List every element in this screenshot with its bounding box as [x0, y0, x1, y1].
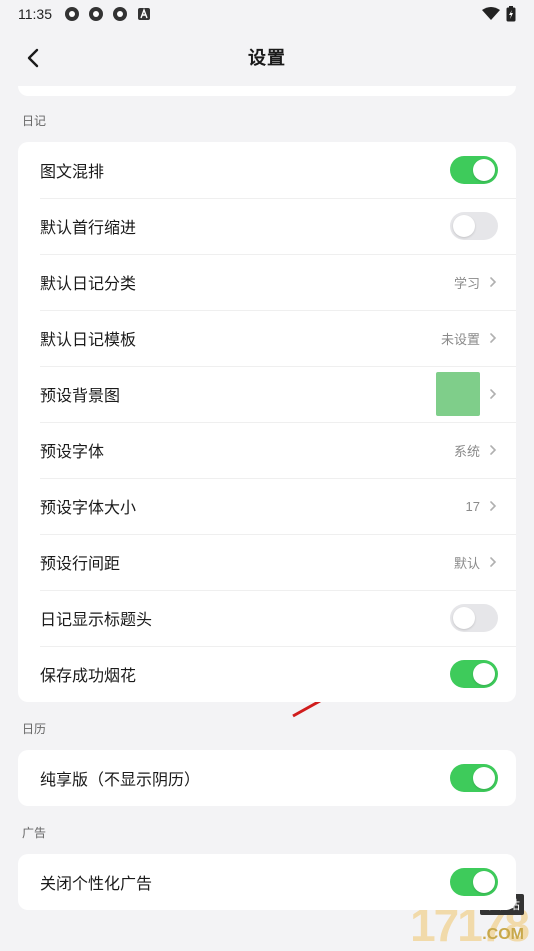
settings-row[interactable]: 关闭个性化广告 — [18, 854, 516, 910]
section-label: 日历 — [22, 722, 47, 736]
toggle-switch[interactable] — [450, 660, 498, 688]
settings-row[interactable]: 预设字体大小 17 — [18, 478, 516, 534]
settings-row-label: 默认日记模板 — [40, 332, 137, 349]
chevron-right-icon — [490, 445, 497, 455]
chevron-right-icon — [490, 389, 497, 399]
settings-row[interactable]: 预设行间距 默认 — [18, 534, 516, 590]
wifi-icon — [482, 7, 500, 20]
status-time: 11:35 — [18, 6, 52, 22]
settings-row-label: 预设背景图 — [40, 388, 121, 405]
page-title: 设置 — [248, 48, 286, 68]
notification-app-icon — [89, 7, 103, 21]
toggle-knob — [473, 159, 495, 181]
chevron-right-icon — [490, 557, 497, 567]
toggle-knob — [473, 663, 495, 685]
settings-row-control — [450, 660, 498, 688]
settings-row[interactable]: 默认日记分类 学习 — [18, 254, 516, 310]
chevron-right-icon — [490, 333, 497, 343]
previous-section-card — [18, 86, 516, 96]
app-header: 设置 — [0, 28, 534, 86]
settings-row-control — [450, 604, 498, 632]
settings-row[interactable]: 纯享版（不显示阴历） — [18, 750, 516, 806]
toggle-switch[interactable] — [450, 604, 498, 632]
toggle-switch[interactable] — [450, 156, 498, 184]
notification-app-icon — [65, 7, 79, 21]
settings-card: 纯享版（不显示阴历） — [18, 750, 516, 806]
toggle-knob — [473, 767, 495, 789]
settings-row[interactable]: 图文混排 — [18, 142, 516, 198]
settings-row-value: 17 — [465, 498, 480, 514]
settings-row-label: 默认首行缩进 — [40, 220, 137, 237]
settings-row-label: 预设字体 — [40, 444, 105, 461]
settings-row-control — [450, 212, 498, 240]
toggle-switch[interactable] — [450, 868, 498, 896]
settings-row[interactable]: 默认日记模板 未设置 — [18, 310, 516, 366]
settings-row-value: 学习 — [453, 275, 480, 291]
background-image-thumbnail[interactable] — [436, 372, 480, 416]
status-bar: 11:35 — [0, 0, 534, 28]
settings-row-control: 默认 — [454, 553, 498, 572]
watermark-suffix: .COM — [482, 926, 524, 943]
settings-row-value: 默认 — [453, 555, 480, 571]
toggle-knob — [473, 871, 495, 893]
settings-row-control — [450, 764, 498, 792]
settings-row-control: 系统 — [454, 441, 498, 460]
settings-row-control — [436, 372, 498, 416]
settings-row[interactable]: 预设字体 系统 — [18, 422, 516, 478]
notification-app-icon — [113, 7, 127, 21]
settings-row-label: 保存成功烟花 — [40, 668, 137, 685]
settings-row-label: 纯享版（不显示阴历） — [40, 772, 201, 789]
chevron-right-icon — [490, 501, 497, 511]
battery-icon — [506, 6, 516, 22]
settings-row[interactable]: 默认首行缩进 — [18, 198, 516, 254]
settings-row-label: 图文混排 — [40, 164, 105, 181]
settings-row-label: 预设行间距 — [40, 556, 121, 573]
toggle-knob — [453, 215, 475, 237]
settings-row[interactable]: 日记显示标题头 — [18, 590, 516, 646]
settings-row-label: 默认日记分类 — [40, 276, 137, 293]
settings-row-label: 预设字体大小 — [40, 500, 137, 517]
section-label: 广告 — [22, 826, 47, 840]
chevron-right-icon — [490, 277, 497, 287]
settings-row-control — [450, 156, 498, 184]
settings-card: 图文混排 默认首行缩进 默认日记分类 学习 默认日记模板 未设置 预设背景图 预设字体 系统 预设… — [18, 142, 516, 702]
settings-row-value: 系统 — [453, 443, 480, 459]
toggle-switch[interactable] — [450, 764, 498, 792]
settings-row-control — [450, 868, 498, 896]
toggle-switch[interactable] — [450, 212, 498, 240]
notification-a-icon — [138, 8, 150, 20]
settings-card: 关闭个性化广告 — [18, 854, 516, 910]
toggle-knob — [453, 607, 475, 629]
settings-row-label: 关闭个性化广告 — [40, 876, 153, 893]
settings-row-control: 未设置 — [441, 329, 498, 348]
settings-row-control: 学习 — [454, 273, 498, 292]
settings-row-value: 未设置 — [440, 331, 480, 347]
section-label: 日记 — [22, 114, 47, 128]
settings-row-label: 日记显示标题头 — [40, 612, 153, 629]
settings-row[interactable]: 预设背景图 — [18, 366, 516, 422]
settings-row-control: 17 — [466, 499, 498, 514]
chevron-left-icon[interactable] — [22, 46, 46, 70]
settings-row[interactable]: 保存成功烟花 — [18, 646, 516, 702]
